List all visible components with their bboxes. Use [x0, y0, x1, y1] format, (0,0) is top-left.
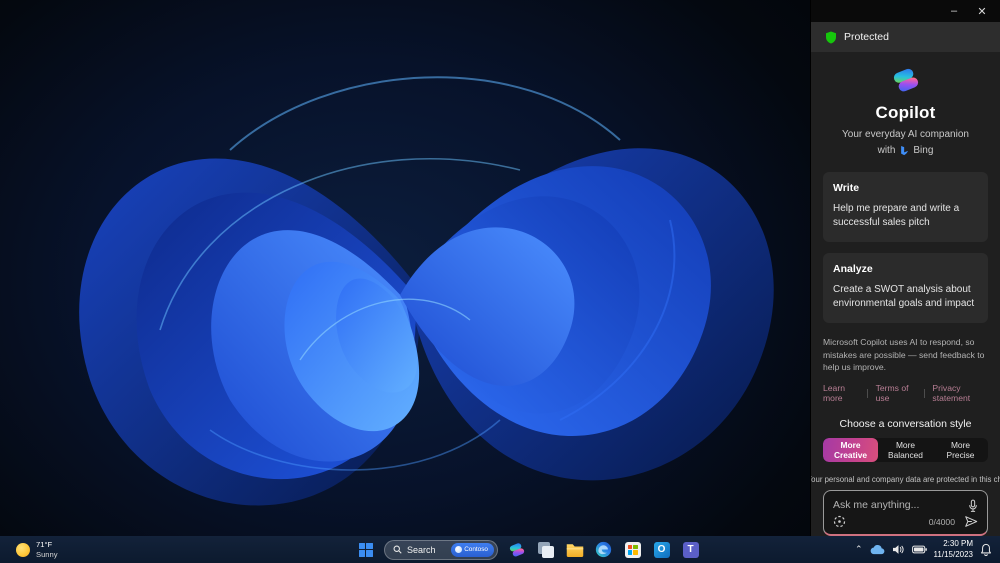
- suggestion-card-write[interactable]: Write Help me prepare and write a succes…: [823, 171, 988, 242]
- link-divider: [866, 388, 868, 398]
- taskbar-copilot-icon[interactable]: [506, 539, 527, 560]
- search-icon: [393, 545, 402, 554]
- card-title: Write: [833, 181, 860, 194]
- card-text: Help me prepare and write a successful s…: [833, 202, 960, 229]
- desktop-wallpaper: [0, 0, 810, 536]
- search-label: Search: [407, 544, 436, 555]
- suggestion-card-analyze[interactable]: Analyze Create a SWOT analysis about env…: [823, 252, 988, 323]
- start-button[interactable]: [355, 539, 376, 560]
- panel-titlebar: – ✕: [811, 0, 1000, 22]
- conversation-style-toggle: More Creative More Balanced More Precise: [823, 438, 988, 462]
- protected-label: Protected: [844, 31, 889, 43]
- chat-input-box: 0/4000: [823, 489, 988, 536]
- card-title: Analyze: [833, 262, 873, 275]
- screen: – ✕ Protected Copilot Your everyday AI c…: [0, 0, 1000, 563]
- privacy-note-text: Your personal and company data are prote…: [811, 474, 1000, 484]
- windows-logo-icon: [358, 542, 373, 557]
- footer-links: Learn more Terms of use Privacy statemen…: [823, 383, 988, 403]
- edge-icon[interactable]: [593, 539, 614, 560]
- taskbar-search[interactable]: Search Contoso: [384, 539, 498, 560]
- microsoft-store-icon[interactable]: [622, 539, 643, 560]
- copilot-panel: – ✕ Protected Copilot Your everyday AI c…: [810, 0, 1000, 536]
- task-view-icon[interactable]: [535, 539, 556, 560]
- shield-protected-icon: [826, 31, 836, 43]
- search-highlight-badge[interactable]: Contoso: [451, 542, 494, 557]
- copilot-logo: [885, 65, 927, 96]
- notification-bell-icon[interactable]: [980, 543, 992, 556]
- link-divider: [923, 388, 925, 398]
- weather-widget[interactable]: 71°F Sunny: [16, 536, 58, 563]
- conversation-style-heading: Choose a conversation style: [839, 418, 972, 431]
- badge-icon: [455, 546, 463, 553]
- weather-condition: Sunny: [36, 549, 58, 559]
- onedrive-cloud-icon[interactable]: [870, 544, 885, 555]
- link-learn-more[interactable]: Learn more: [823, 383, 859, 403]
- link-privacy-statement[interactable]: Privacy statement: [932, 383, 988, 403]
- ai-disclaimer: Microsoft Copilot uses AI to respond, so…: [823, 336, 985, 373]
- outlook-icon[interactable]: O: [651, 539, 672, 560]
- microphone-icon[interactable]: [968, 499, 978, 513]
- add-image-icon[interactable]: [833, 515, 846, 528]
- card-text: Create a SWOT analysis about environment…: [833, 283, 975, 310]
- style-more-creative[interactable]: More Creative: [823, 438, 878, 462]
- tray-chevron-icon[interactable]: ⌃: [855, 544, 863, 555]
- style-more-balanced[interactable]: More Balanced: [878, 438, 933, 461]
- teams-icon[interactable]: T: [680, 539, 701, 560]
- close-button[interactable]: ✕: [970, 2, 994, 20]
- link-terms-of-use[interactable]: Terms of use: [876, 383, 916, 403]
- battery-icon[interactable]: [911, 545, 927, 554]
- style-more-precise[interactable]: More Precise: [933, 438, 988, 461]
- minimize-button[interactable]: –: [942, 2, 966, 20]
- taskbar: 71°F Sunny Search Contoso O T ⌃ 2:30 PM …: [0, 536, 1000, 563]
- panel-body: Copilot Your everyday AI companion with …: [811, 52, 1000, 536]
- system-tray: ⌃ 2:30 PM 11/15/2023: [855, 536, 992, 563]
- bing-label: Bing: [913, 145, 934, 157]
- clock-time: 2:30 PM: [943, 539, 973, 549]
- copilot-title: Copilot: [875, 102, 936, 122]
- taskbar-clock[interactable]: 2:30 PM 11/15/2023: [934, 539, 973, 560]
- bloom-artwork: [79, 76, 774, 506]
- badge-label: Contoso: [464, 546, 488, 553]
- with-label: with: [877, 145, 896, 157]
- clock-date: 11/15/2023: [933, 549, 973, 559]
- chat-input[interactable]: [833, 498, 968, 511]
- file-explorer-icon[interactable]: [564, 539, 585, 560]
- char-counter: 0/4000: [928, 516, 955, 527]
- weather-temp: 71°F: [36, 539, 53, 549]
- sun-icon: [16, 542, 30, 557]
- taskbar-center: Search Contoso O T: [355, 536, 701, 563]
- send-icon[interactable]: [964, 515, 978, 528]
- copilot-subtitle: Your everyday AI companion: [842, 128, 969, 140]
- privacy-note: Your personal and company data are prote…: [811, 475, 1000, 484]
- bing-icon: [901, 145, 909, 155]
- protected-bar: Protected: [811, 22, 1000, 52]
- with-bing-row: with Bing: [823, 145, 988, 157]
- volume-icon[interactable]: [892, 544, 905, 555]
